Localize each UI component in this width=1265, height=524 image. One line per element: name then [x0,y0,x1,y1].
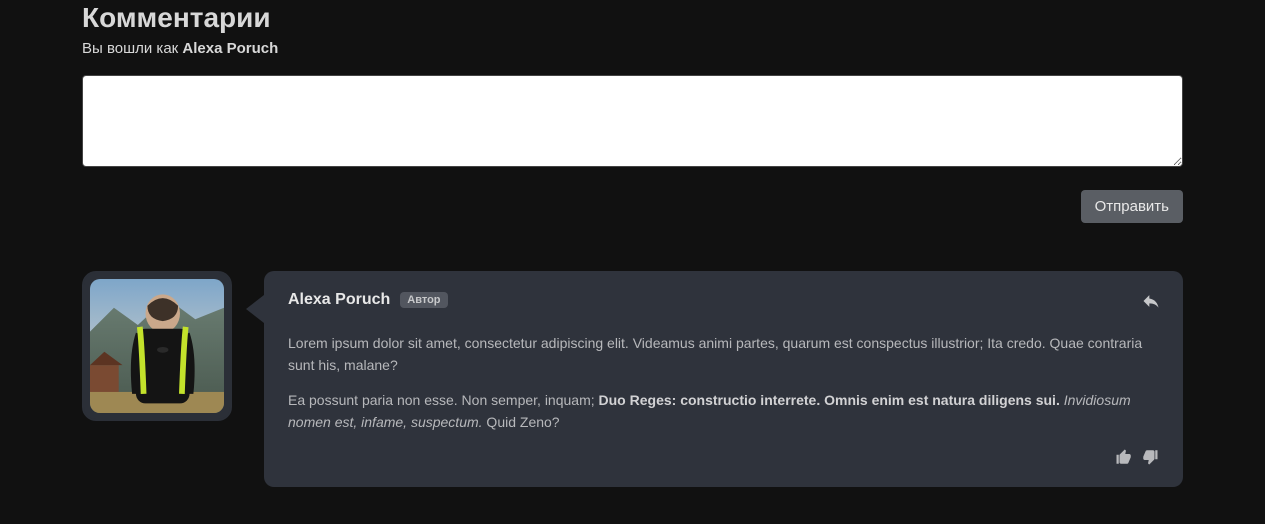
logged-in-username: Alexa Poruch [182,40,278,57]
comment-item: Alexa Poruch Автор Lorem ipsum dolor sit… [82,271,1183,487]
submit-button[interactable]: Отправить [1081,190,1183,223]
comment-arrow [246,295,264,323]
comment-text: Lorem ipsum dolor sit amet, consectetur … [288,333,1159,434]
comment-body: Alexa Poruch Автор Lorem ipsum dolor sit… [264,271,1183,487]
thumbs-down-icon[interactable] [1141,448,1159,471]
logged-in-prefix: Вы вошли как [82,40,182,57]
thumbs-up-icon[interactable] [1115,448,1133,471]
comment-paragraph: Ea possunt paria non esse. Non semper, i… [288,390,1159,433]
reply-icon[interactable] [1141,291,1161,316]
avatar [82,271,232,421]
comment-input[interactable] [82,75,1183,167]
author-badge: Автор [400,292,447,308]
comment-paragraph: Lorem ipsum dolor sit amet, consectetur … [288,333,1159,376]
page-title: Комментарии [82,2,1183,34]
logged-in-as: Вы вошли как Alexa Poruch [82,40,1183,57]
comment-author: Alexa Poruch [288,291,390,309]
